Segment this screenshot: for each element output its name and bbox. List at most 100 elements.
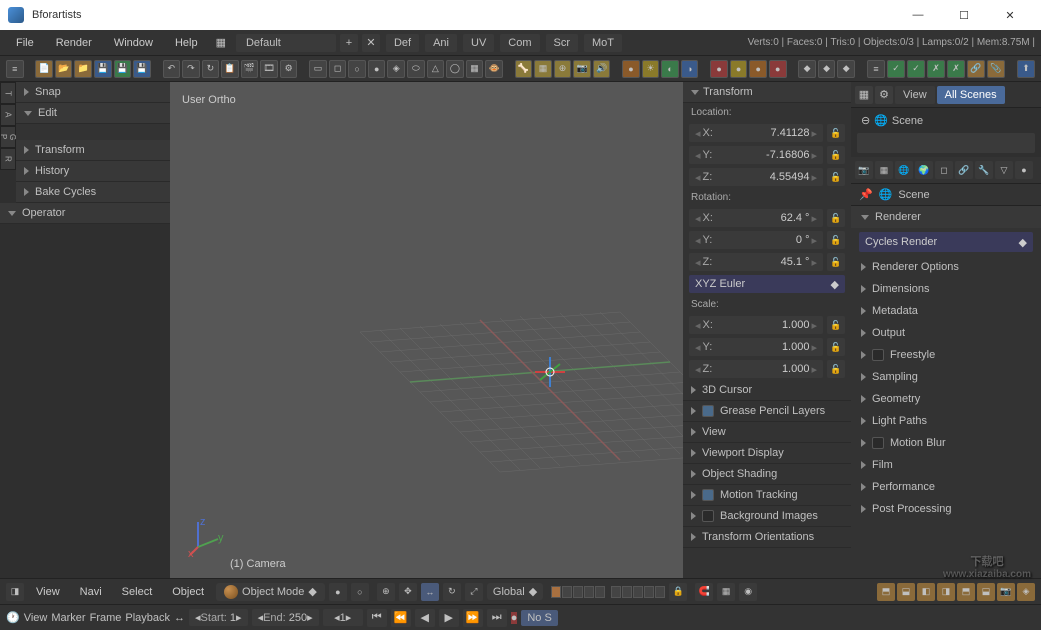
outliner-scene-item[interactable]: ⊖🌐Scene (857, 112, 1035, 129)
rot-z-field[interactable]: ◂Z:45.1 °▸ (689, 253, 823, 271)
sync-mode-dropdown[interactable]: No S (521, 610, 557, 626)
outliner-scrollbar[interactable] (857, 133, 1035, 153)
timeline-marker[interactable]: Marker (51, 612, 85, 624)
view-right-icon[interactable]: ◨ (937, 583, 955, 601)
vtab-gp[interactable]: GP (0, 126, 16, 148)
prop-tab-material[interactable]: ● (1015, 161, 1033, 179)
prop-light-paths[interactable]: Light Paths (851, 410, 1041, 432)
editor-type-icon[interactable]: ◨ (6, 583, 24, 601)
shading-solid-icon[interactable]: ● (329, 583, 347, 601)
maximize-button[interactable]: ☐ (941, 0, 987, 30)
export-icon[interactable]: ⬆ (1017, 60, 1035, 78)
scl-y-lock[interactable]: 🔓 (827, 338, 845, 356)
prop-tab-object[interactable]: ◻ (935, 161, 953, 179)
close-button[interactable]: ✕ (987, 0, 1033, 30)
rot-y-field[interactable]: ◂Y:0 °▸ (689, 231, 823, 249)
timeline-view[interactable]: View (24, 612, 48, 624)
prop-renderer-options[interactable]: Renderer Options (851, 256, 1041, 278)
mode-dropdown[interactable]: Object Mode◆ (216, 583, 325, 601)
link-icon[interactable]: 🔗 (967, 60, 985, 78)
outliner-filter-icon[interactable]: ⚙ (875, 86, 893, 104)
prop-tab-data[interactable]: ▽ (995, 161, 1013, 179)
prim-plane-icon[interactable]: ▭ (309, 60, 327, 78)
layer-buttons[interactable] (551, 586, 605, 598)
lamp-sun-icon[interactable]: ☀ (642, 60, 660, 78)
menu-object[interactable]: Object (164, 583, 212, 601)
menu-navi[interactable]: Navi (72, 583, 110, 601)
workspace-def[interactable]: Def (386, 34, 419, 52)
loc-z-field[interactable]: ◂Z:4.55494▸ (689, 168, 823, 186)
append-icon[interactable]: 📎 (987, 60, 1005, 78)
save-icon[interactable]: 💾 (94, 60, 112, 78)
workspace-com[interactable]: Com (500, 34, 539, 52)
menu-file[interactable]: File (6, 33, 44, 53)
prop-tab-layers[interactable]: ▦ (875, 161, 893, 179)
screen-layout-dropdown[interactable]: Default (236, 34, 336, 52)
prop-motion-blur[interactable]: Motion Blur (851, 432, 1041, 454)
section-transform-orientations[interactable]: Transform Orientations (683, 527, 851, 548)
section-grease-pencil[interactable]: Grease Pencil Layers (683, 401, 851, 422)
prim-torus-icon[interactable]: ◯ (446, 60, 464, 78)
3d-viewport[interactable]: User Ortho (170, 82, 683, 578)
render-engine-dropdown[interactable]: Cycles Render◆ (859, 232, 1033, 252)
check-1-icon[interactable]: ✓ (887, 60, 905, 78)
loc-z-lock[interactable]: 🔓 (827, 168, 845, 186)
group-2-icon[interactable]: ◆ (818, 60, 836, 78)
workspace-ani[interactable]: Ani (425, 34, 457, 52)
rot-z-lock[interactable]: 🔓 (827, 253, 845, 271)
scl-x-field[interactable]: ◂X:1.000▸ (689, 316, 823, 334)
force-4-icon[interactable]: ● (769, 60, 787, 78)
loc-y-lock[interactable]: 🔓 (827, 146, 845, 164)
play-reverse-icon[interactable]: ◀ (415, 609, 435, 627)
prim-cone-icon[interactable]: △ (427, 60, 445, 78)
prop-tab-modifier[interactable]: 🔧 (975, 161, 993, 179)
jump-start-icon[interactable]: ⏮ (367, 609, 387, 627)
prop-output[interactable]: Output (851, 322, 1041, 344)
prop-geometry[interactable]: Geometry (851, 388, 1041, 410)
outliner-mode-dropdown[interactable]: All Scenes (937, 86, 1005, 104)
transform-panel-header[interactable]: Transform (683, 82, 851, 103)
shading-wire-icon[interactable]: ○ (351, 583, 369, 601)
delete-layout-button[interactable]: ✕ (362, 34, 380, 52)
layers-lock-icon[interactable]: 🔒 (669, 583, 687, 601)
outliner-view-menu[interactable]: View (895, 86, 935, 104)
rot-x-lock[interactable]: 🔓 (827, 209, 845, 227)
operator-panel[interactable]: Operator (0, 203, 170, 224)
manipulator-toggle-icon[interactable]: ✥ (399, 583, 417, 601)
check-4-icon[interactable]: ✗ (947, 60, 965, 78)
minimize-button[interactable]: — (895, 0, 941, 30)
view-back-icon[interactable]: ⬓ (897, 583, 915, 601)
lattice-icon[interactable]: ▦ (534, 60, 552, 78)
prop-metadata[interactable]: Metadata (851, 300, 1041, 322)
manip-rotate-icon[interactable]: ↻ (443, 583, 461, 601)
add-layout-button[interactable]: + (340, 34, 358, 52)
loc-x-field[interactable]: ◂X:7.41128▸ (689, 124, 823, 142)
undo-icon[interactable]: ↶ (163, 60, 181, 78)
view-left-icon[interactable]: ◧ (917, 583, 935, 601)
lamp-spot-icon[interactable]: ◐ (661, 60, 679, 78)
workspace-scr[interactable]: Scr (546, 34, 579, 52)
tool-history[interactable]: History (16, 161, 170, 182)
section-object-shading[interactable]: Object Shading (683, 464, 851, 485)
rot-y-lock[interactable]: 🔓 (827, 231, 845, 249)
check-2-icon[interactable]: ✓ (907, 60, 925, 78)
prop-film[interactable]: Film (851, 454, 1041, 476)
lamp-point-icon[interactable]: ● (622, 60, 640, 78)
pin-icon[interactable]: 📌 (859, 188, 873, 201)
check-3-icon[interactable]: ✗ (927, 60, 945, 78)
outliner-body[interactable]: ⊖🌐Scene (851, 108, 1041, 157)
view-front-icon[interactable]: ⬒ (877, 583, 895, 601)
menu-window[interactable]: Window (104, 33, 163, 53)
vtab-r[interactable]: R (0, 148, 16, 170)
rot-x-field[interactable]: ◂X:62.4 °▸ (689, 209, 823, 227)
hamburger-icon[interactable]: ≡ (6, 60, 24, 78)
prim-grid-icon[interactable]: ▦ (466, 60, 484, 78)
menu-render[interactable]: Render (46, 33, 102, 53)
section-background-images[interactable]: Background Images (683, 506, 851, 527)
timeline-editor-icon[interactable]: 🕐 (6, 611, 20, 624)
prop-tab-constraint[interactable]: 🔗 (955, 161, 973, 179)
group-3-icon[interactable]: ◆ (837, 60, 855, 78)
timeline-playback[interactable]: Playback (125, 612, 170, 624)
render-anim-icon[interactable]: 🎞 (260, 60, 278, 78)
prop-freestyle[interactable]: Freestyle (851, 344, 1041, 366)
